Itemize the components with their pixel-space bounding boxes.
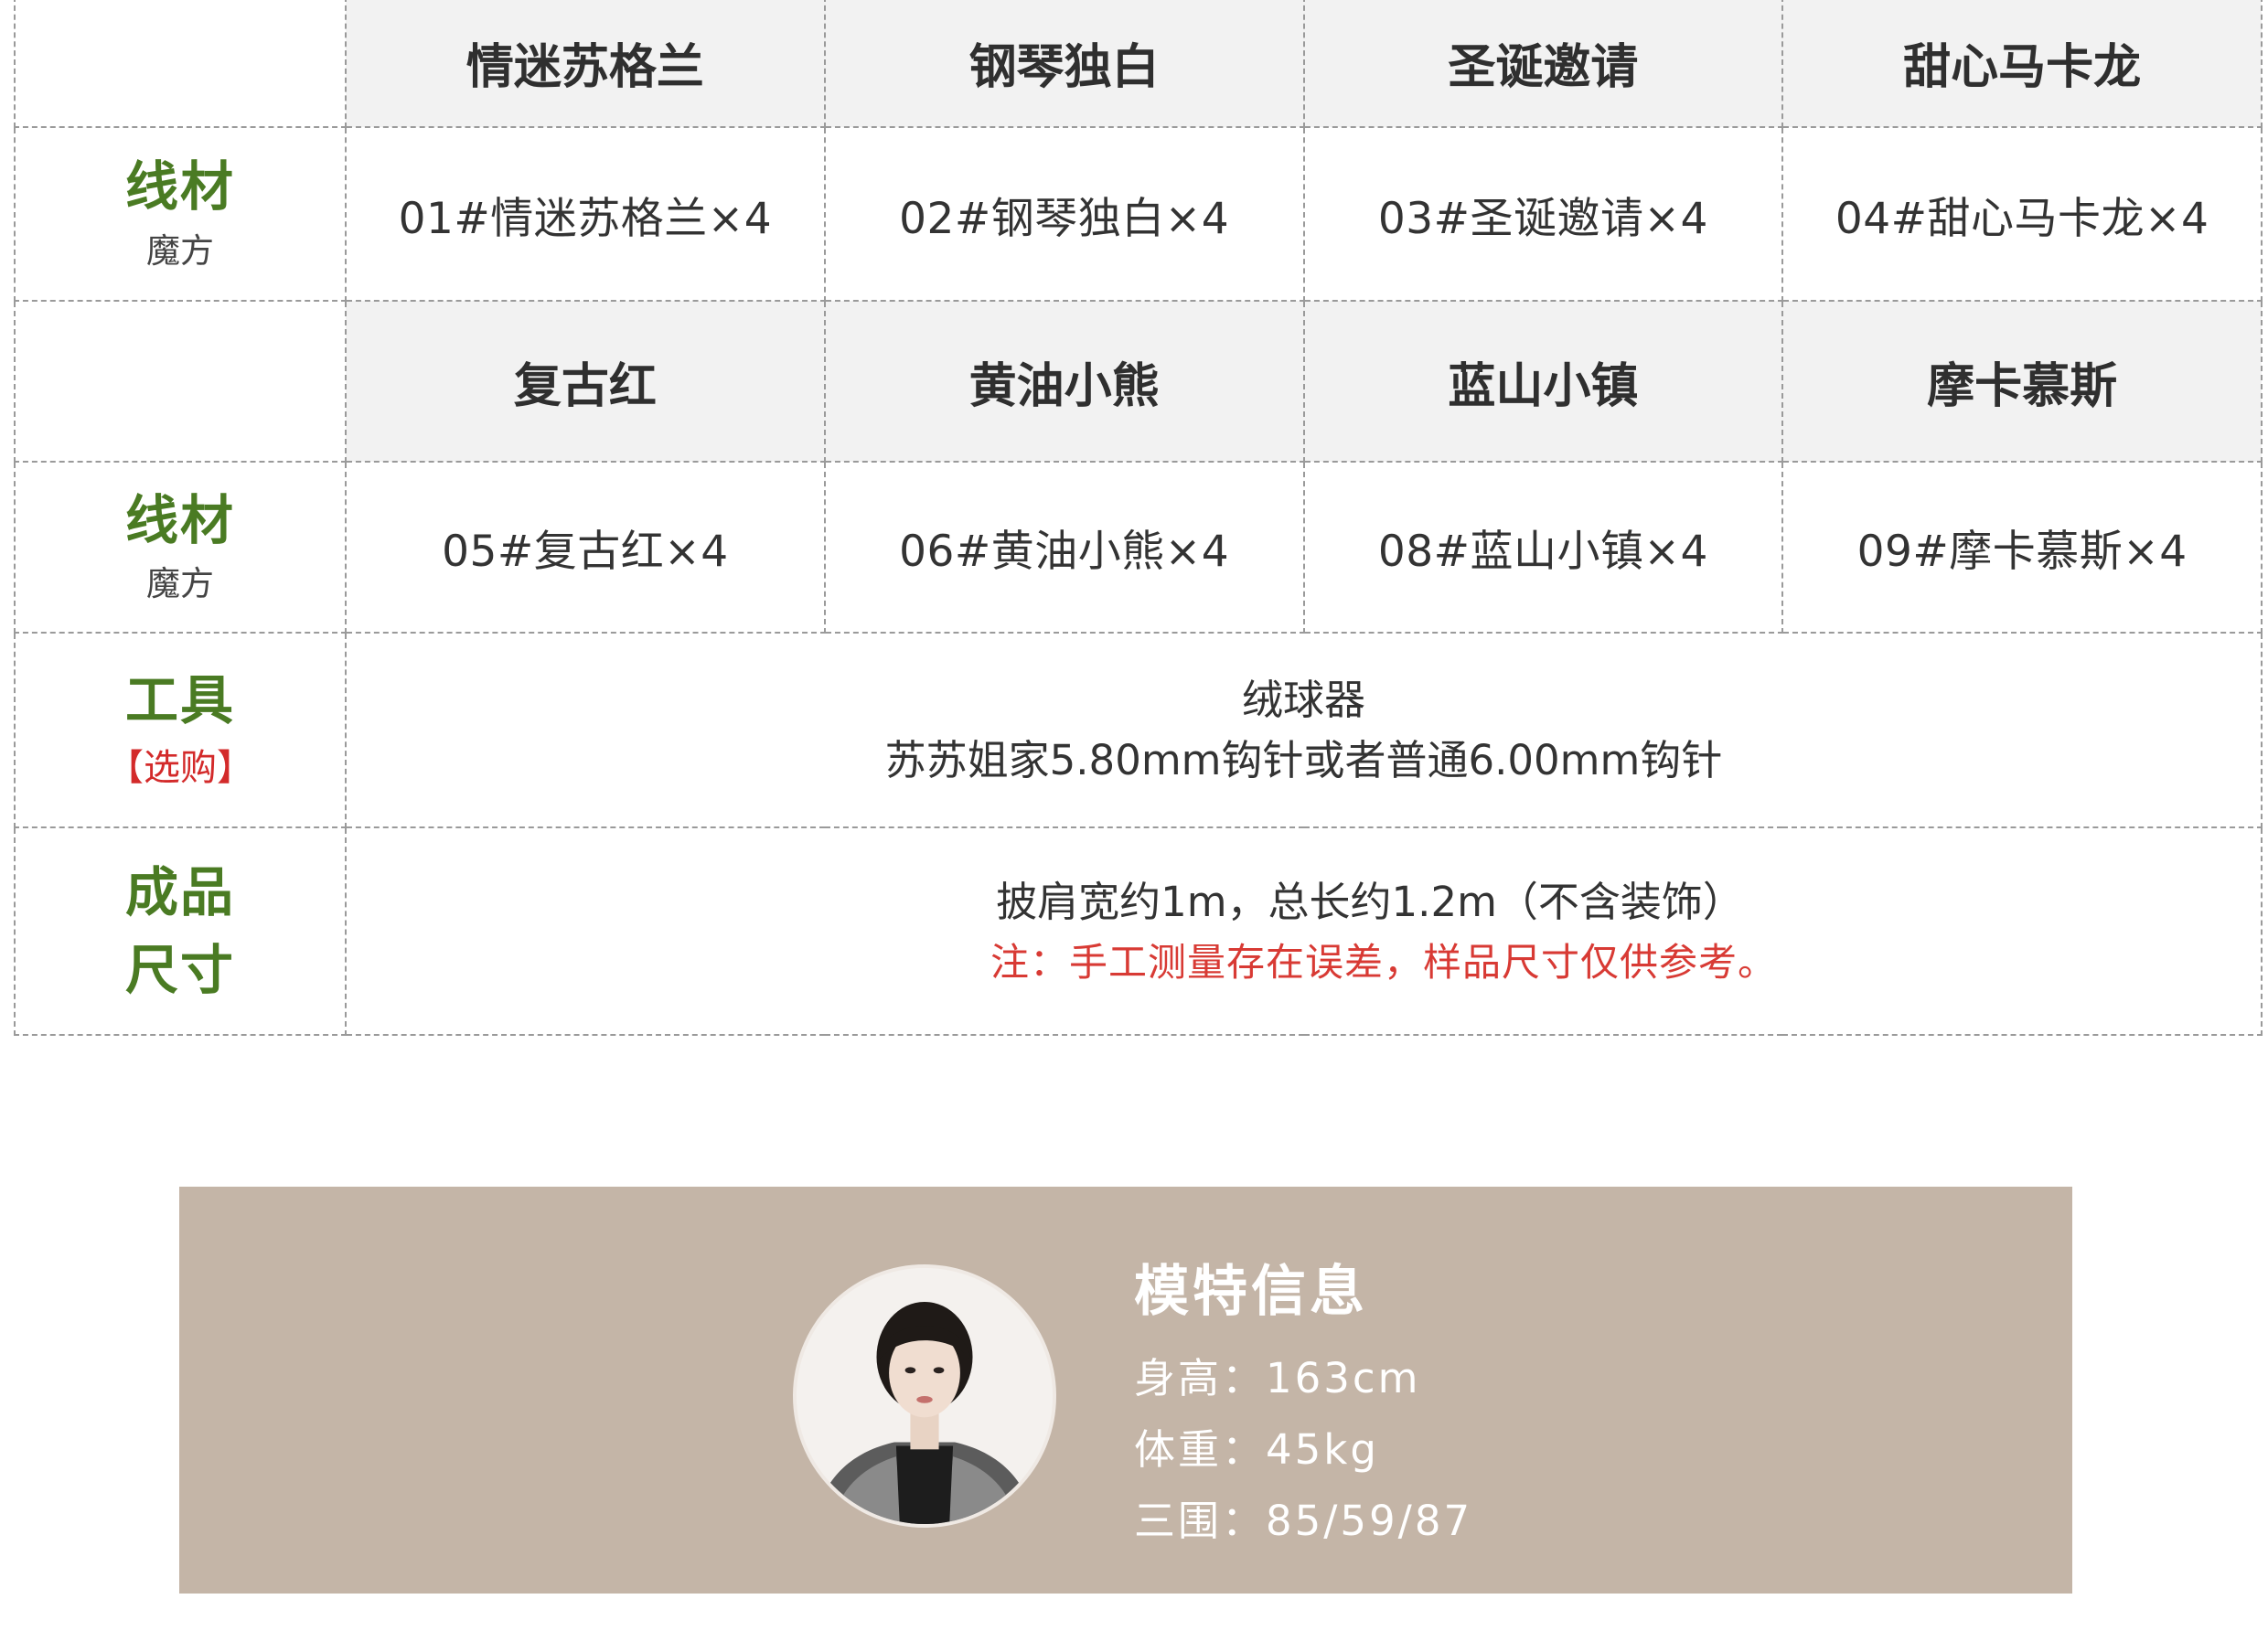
size-cell: 披肩宽约1m，总长约1.2m（不含装饰） 注：手工测量存在误差，样品尺寸仅供参考… [345,826,2263,1036]
yarn-quantity-cell: 09#摩卡慕斯×4 [1781,461,2263,634]
yarn-label: 线材 [124,488,235,551]
yarn-label-cell: 线材 魔方 [14,461,347,634]
color-name-header: 蓝山小镇 [1302,300,1784,463]
model-measurements: 三围：85/59/87 [1134,1497,1473,1545]
model-weight: 体重：45kg [1134,1425,1379,1474]
yarn-quantity-cell: 08#蓝山小镇×4 [1302,461,1784,634]
yarn-type-label: 魔方 [146,230,214,271]
optional-purchase-label: 【选购】 [107,747,253,790]
size-label-line2: 尺寸 [124,938,235,1001]
table-row: 成品 尺寸 披肩宽约1m，总长约1.2m（不含装饰） 注：手工测量存在误差，样品… [14,826,2263,1036]
table-row: 线材 魔方 01#情迷苏格兰×4 02#钢琴独白×4 03#圣诞邀请×4 04#… [14,126,2263,302]
tools-label-cell: 工具 【选购】 [14,632,347,828]
empty-corner-cell [14,300,347,463]
table-row: 线材 魔方 05#复古红×4 06#黄油小熊×4 08#蓝山小镇×4 09#摩卡… [14,461,2263,634]
yarn-quantity-cell: 02#钢琴独白×4 [823,126,1305,302]
model-info-title: 模特信息 [1134,1260,1368,1324]
color-name-header: 复古红 [345,300,826,463]
color-name-header: 甜心马卡龙 [1781,0,2263,128]
yarn-quantity-cell: 03#圣诞邀请×4 [1302,126,1784,302]
tools-label: 工具 [124,668,235,731]
color-name-header: 黄油小熊 [823,300,1305,463]
yarn-quantity-cell: 04#甜心马卡龙×4 [1781,126,2263,302]
color-name-header: 圣诞邀请 [1302,0,1784,128]
yarn-quantity-cell: 01#情迷苏格兰×4 [345,126,826,302]
materials-table: 情迷苏格兰 钢琴独白 圣诞邀请 甜心马卡龙 线材 魔方 01#情迷苏格兰×4 0… [14,0,2263,1036]
yarn-quantity-cell: 06#黄油小熊×4 [823,461,1305,634]
table-row: 工具 【选购】 绒球器 苏苏姐家5.80mm钩针或者普通6.00mm钩针 [14,632,2263,828]
tools-line-pompom: 绒球器 [1241,676,1365,725]
color-name-header: 情迷苏格兰 [345,0,826,128]
size-label-cell: 成品 尺寸 [14,826,347,1036]
yarn-type-label: 魔方 [146,564,214,604]
yarn-quantity-cell: 05#复古红×4 [345,461,826,634]
color-name-header: 钢琴独白 [823,0,1305,128]
table-row: 情迷苏格兰 钢琴独白 圣诞邀请 甜心马卡龙 [14,0,2263,128]
tools-cell: 绒球器 苏苏姐家5.80mm钩针或者普通6.00mm钩针 [345,632,2263,828]
size-disclaimer-note: 注：手工测量存在误差，样品尺寸仅供参考。 [990,939,1777,985]
color-name-header: 摩卡慕斯 [1781,300,2263,463]
yarn-label-cell: 线材 魔方 [14,126,347,302]
tools-line-hook: 苏苏姐家5.80mm钩针或者普通6.00mm钩针 [884,735,1723,784]
model-info-card: 模特信息 身高：163cm 体重：45kg 三围：85/59/87 [179,1187,2072,1594]
table-row: 复古红 黄油小熊 蓝山小镇 摩卡慕斯 [14,300,2263,463]
model-height: 身高：163cm [1134,1354,1421,1402]
size-description: 披肩宽约1m，总长约1.2m（不含装饰） [996,878,1744,927]
model-avatar [793,1264,1056,1528]
size-label-line1: 成品 [124,861,235,924]
empty-corner-cell [14,0,347,128]
model-info-text: 模特信息 身高：163cm 体重：45kg 三围：85/59/87 [1134,1247,1472,1557]
yarn-label: 线材 [124,155,235,219]
